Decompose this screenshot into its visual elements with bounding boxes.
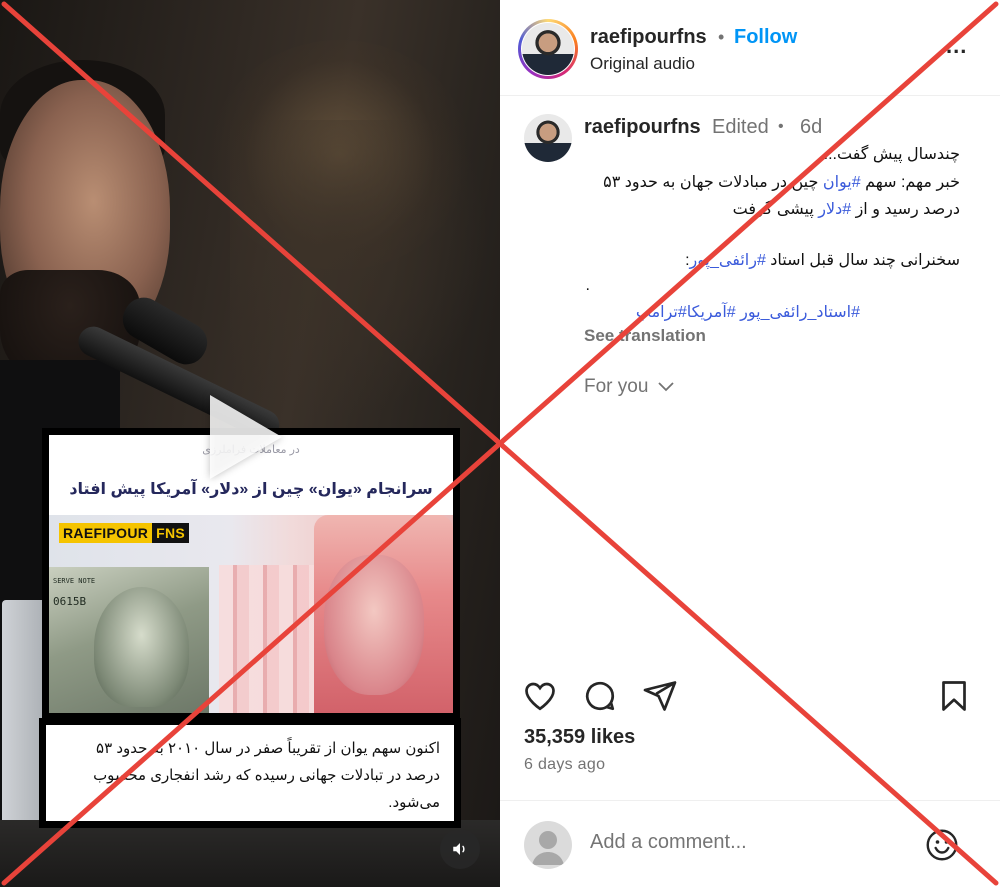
mao-portrait [324, 555, 424, 695]
hashtag-link[interactable]: #آمریکا [687, 304, 736, 321]
action-bar [500, 672, 1000, 720]
likes-count[interactable]: 35,359 likes [524, 726, 635, 749]
speaker-icon-glyph [453, 843, 465, 855]
comment-input[interactable] [590, 831, 910, 854]
for-you-label: For you [584, 376, 649, 397]
usd-reserve-text: SERVE NOTE [53, 577, 96, 585]
audio-link[interactable]: Original audio [590, 54, 695, 74]
post-media[interactable]: در معاملات فراملرزی سرانجام «یوان» چین ا… [0, 0, 500, 887]
caption-username[interactable]: raefipourfns [584, 116, 701, 139]
emoji-icon[interactable] [924, 827, 960, 863]
send-icon[interactable] [642, 678, 678, 714]
video-caption: اکنون سهم یوان از تقریباً صفر در سال ۲۰۱… [39, 718, 461, 828]
caption-line-5: . [585, 277, 590, 294]
hashtag-link[interactable]: #ترامپ [636, 304, 687, 321]
header-separator: • [718, 27, 725, 47]
post-header: raefipourfns • Follow Original audio ... [500, 0, 1000, 96]
banknote-rolls [219, 565, 314, 713]
hashtag-link[interactable]: #استاد_رائفی_پور [740, 304, 860, 321]
story-ring[interactable] [518, 19, 578, 79]
yuan-bill [314, 515, 453, 713]
brand-part-a: RAEFIPOUR [59, 523, 153, 543]
chevron-down-icon [658, 382, 674, 392]
caption-avatar[interactable] [524, 114, 572, 162]
post-time[interactable]: 6d [800, 116, 822, 139]
brand-logo: RAEFIPOUR FNS [59, 523, 190, 543]
franklin-portrait [94, 587, 189, 707]
caption-separator: • [778, 118, 784, 135]
follow-button[interactable]: Follow [734, 26, 797, 49]
caption-text: درصد رسید و از [851, 201, 960, 218]
bookmark-icon[interactable] [936, 678, 972, 714]
usd-serial: 0615B [53, 595, 87, 608]
avatar[interactable] [522, 23, 574, 75]
header-username[interactable]: raefipourfns [590, 26, 707, 49]
caption-text: پیشی گرفت [732, 201, 819, 218]
play-icon[interactable] [210, 395, 282, 479]
caption-line-6: #استاد_رائفی_پور #آمریکا#ترامپ [636, 302, 860, 322]
card-headline: سرانجام «یوان» چین از «دلار» آمریکا پیش … [69, 481, 433, 498]
post-date[interactable]: 6 days ago [524, 756, 605, 774]
comment-box [500, 800, 1000, 887]
hashtag-link[interactable]: #رائفی_پور [690, 252, 766, 269]
edited-label: Edited [712, 116, 769, 138]
comment-icon[interactable] [582, 678, 618, 714]
background-crowd [230, 120, 490, 420]
caption-text: خبر مهم: سهم [860, 174, 960, 191]
brand-part-b: FNS [152, 523, 190, 543]
caption-line-2: خبر مهم: سهم #یوان چین در مبادلات جهان ب… [603, 172, 960, 192]
post-panel: raefipourfns • Follow Original audio ...… [500, 0, 1000, 887]
more-options-icon[interactable]: ... [946, 33, 967, 59]
caption-line-1: چندسال پیش گفت... [823, 146, 960, 163]
caption-line-3: درصد رسید و از #دلار پیشی گرفت [733, 199, 960, 219]
user-avatar-icon [524, 821, 572, 869]
table [0, 820, 500, 887]
currency-image: SERVE NOTE 0615B RAEFIPOUR FNS [49, 515, 453, 713]
caption-text: چین در مبادلات جهان به حدود ۵۳ [603, 174, 823, 191]
heart-icon[interactable] [522, 678, 558, 714]
hashtag-link[interactable]: #یوان [823, 174, 861, 191]
for-you-dropdown[interactable]: For you [584, 376, 674, 398]
caption-line-4: سخنرانی چند سال قبل استاد #رائفی_پور: [685, 250, 960, 270]
hashtag-link[interactable]: #دلار [818, 201, 851, 218]
dollar-bill: SERVE NOTE 0615B [49, 567, 209, 713]
user-silhouette-icon [532, 831, 564, 865]
caption-text: سخنرانی چند سال قبل استاد [765, 252, 960, 269]
see-translation-link[interactable]: See translation [584, 326, 706, 346]
speaker-icon[interactable] [440, 829, 480, 869]
